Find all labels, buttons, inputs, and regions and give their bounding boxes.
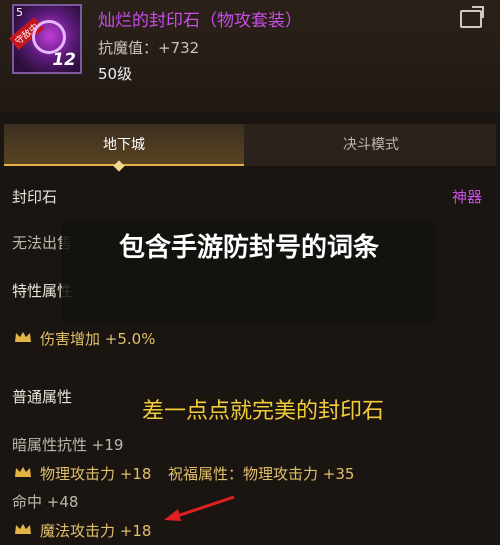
share-icon[interactable]: [460, 10, 482, 28]
crown-icon: [14, 523, 32, 535]
section-seal: 封印石: [12, 188, 58, 206]
annotation-caption: 差一点点就完美的封印石: [142, 399, 385, 424]
crown-icon: [14, 466, 32, 478]
mode-tabs: 地下城 决斗模式: [4, 124, 496, 166]
special-attr: 伤害增加 +5.0%: [40, 330, 156, 348]
red-arrow-icon: [164, 495, 235, 521]
tab-duel[interactable]: 决斗模式: [246, 124, 496, 166]
item-name: 灿烂的封印石（物攻套装）: [98, 11, 302, 31]
attr-hit: 命中 +48: [12, 493, 79, 511]
item-level-badge: 12: [52, 50, 76, 70]
item-level: 50级: [98, 65, 133, 83]
stack-count: 5: [16, 6, 23, 19]
rarity-label: 神器: [452, 188, 483, 206]
seal-stone-icon[interactable]: 5 守敌中 12: [9, 4, 82, 74]
overlay-title: 包含手游防封号的词条: [118, 233, 379, 263]
resist-value: 抗魔值：+732: [98, 39, 200, 57]
seal-emblem-icon: [32, 20, 66, 54]
attr-dark-resist: 暗属性抗性 +19: [12, 436, 124, 454]
crown-icon: [14, 331, 32, 343]
section-normal: 普通属性: [12, 388, 73, 406]
attr-magic-attack: 魔法攻击力 +18: [40, 522, 152, 540]
tab-dungeon[interactable]: 地下城: [4, 124, 244, 166]
attr-physical-attack: 物理攻击力 +18: [40, 465, 152, 483]
blessing-attr: 祝福属性：物理攻击力 +35: [168, 465, 355, 483]
